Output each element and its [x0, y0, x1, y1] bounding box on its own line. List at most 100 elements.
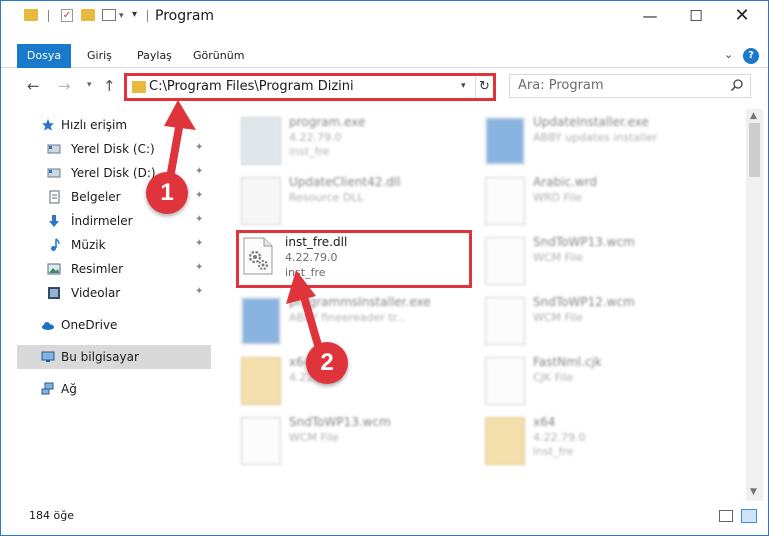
- tab-home[interactable]: Giriş: [77, 44, 122, 68]
- close-button[interactable]: ✕: [719, 1, 765, 31]
- scroll-down-icon[interactable]: ▼: [750, 487, 757, 497]
- sidebar-item-onedrive[interactable]: OneDrive: [17, 313, 211, 337]
- file-name: Arabic.wrd: [533, 175, 598, 189]
- refresh-button[interactable]: ↻: [475, 76, 493, 98]
- tab-share[interactable]: Paylaş: [127, 44, 182, 68]
- pin-icon[interactable]: ✦: [195, 262, 203, 273]
- up-button[interactable]: ↑: [103, 77, 116, 95]
- tab-view[interactable]: Görünüm: [183, 44, 254, 68]
- file-item[interactable]: FastNml.cjk CJK File: [485, 353, 725, 411]
- sidebar-item-label: Bu bilgisayar: [61, 350, 139, 364]
- properties-check-icon[interactable]: ✓: [61, 9, 73, 22]
- sidebar-item-quick-access[interactable]: Hızlı erişim: [17, 113, 211, 137]
- file-name: FastNml.cjk: [533, 355, 602, 369]
- file-item[interactable]: x64 4.22.79.0 inst_fre: [485, 413, 725, 471]
- pin-icon[interactable]: ✦: [195, 238, 203, 249]
- file-icon: [485, 357, 525, 405]
- sidebar-item-label: Müzik: [71, 238, 106, 252]
- details-view-icon[interactable]: [719, 510, 733, 522]
- sidebar-item-network[interactable]: Ağ: [17, 377, 211, 401]
- file-description: WCM File: [533, 311, 583, 324]
- search-box[interactable]: Ara: Program: [509, 74, 751, 98]
- pin-icon[interactable]: ✦: [195, 142, 203, 153]
- sidebar-item-label: Resimler: [71, 262, 124, 276]
- folder-zip-icon: [485, 417, 525, 465]
- sidebar-item-label: Yerel Disk (D:): [71, 166, 156, 180]
- drive-icon: [47, 168, 61, 178]
- search-input[interactable]: Ara: Program: [518, 78, 604, 93]
- file-version: 4.22.79.0: [533, 431, 586, 444]
- search-icon[interactable]: [730, 78, 744, 92]
- file-item[interactable]: SndToWP12.wcm WCM File: [485, 293, 725, 351]
- sidebar-item-this-pc[interactable]: Bu bilgisayar: [17, 345, 211, 369]
- file-item[interactable]: x64 4.22.79.0: [241, 353, 481, 411]
- file-item[interactable]: UpdateInstaller.exe ABBY updates install…: [485, 113, 725, 171]
- file-item[interactable]: SndToWP13.wcm WCM File: [241, 413, 481, 471]
- file-item[interactable]: program.exe 4.22.79.0 inst_fre: [241, 113, 481, 171]
- maximize-button[interactable]: ☐: [673, 1, 719, 31]
- file-item[interactable]: UpdateClient42.dll Resource DLL: [241, 173, 481, 231]
- network-icon: [41, 382, 54, 395]
- file-icon: [241, 417, 281, 465]
- computer-icon: [41, 351, 55, 362]
- file-icon: [485, 237, 525, 285]
- annotation-badge-2: 2: [306, 342, 348, 384]
- separator: [48, 10, 49, 22]
- scroll-thumb[interactable]: [749, 123, 760, 177]
- tab-file[interactable]: Dosya: [17, 44, 71, 68]
- sidebar-item-drive-c[interactable]: Yerel Disk (C:) ✦: [17, 137, 211, 161]
- folder-icon: [132, 81, 146, 93]
- scroll-up-icon[interactable]: ▲: [750, 111, 757, 121]
- sidebar-item-label: Hızlı erişim: [61, 118, 128, 132]
- file-description: inst_fre: [533, 445, 574, 458]
- sidebar-item-videos[interactable]: Videolar ✦: [17, 281, 211, 305]
- quick-access-menu-icon[interactable]: [102, 9, 116, 21]
- video-icon: [48, 287, 60, 299]
- documents-icon: [49, 190, 60, 204]
- explorer-window: ✓ ▾ ▾ Program — ☐ ✕ Dosya Giriş Paylaş G…: [0, 0, 769, 536]
- file-name: x64: [533, 415, 556, 429]
- star-icon: [42, 119, 54, 131]
- pin-icon[interactable]: ✦: [195, 286, 203, 297]
- expand-ribbon-icon[interactable]: ⌄: [724, 48, 733, 61]
- folder-icon: [24, 9, 38, 21]
- pin-icon[interactable]: ✦: [195, 214, 203, 225]
- file-description: WRD File: [533, 191, 582, 204]
- dll-icon: [241, 177, 281, 225]
- file-description: WCM File: [533, 251, 583, 264]
- file-description: ABBY fineereader tr...: [289, 311, 407, 324]
- sidebar-item-label: İndirmeler: [71, 214, 133, 228]
- address-bar[interactable]: C:\Program Files\Program Dizini ▾ ↻: [124, 73, 496, 101]
- customize-toolbar-icon[interactable]: ▾: [132, 9, 137, 20]
- new-folder-icon[interactable]: [81, 9, 95, 21]
- pin-icon[interactable]: ✦: [195, 166, 203, 177]
- file-description: Resource DLL: [289, 191, 364, 204]
- sidebar-item-music[interactable]: Müzik ✦: [17, 233, 211, 257]
- file-item[interactable]: programmsInstaller.exe ABBY fineereader …: [241, 293, 481, 351]
- music-icon: [51, 238, 60, 251]
- navigation-bar: ← → ▾ ↑ C:\Program Files\Program Dizini …: [1, 71, 768, 103]
- chevron-down-icon[interactable]: ▾: [119, 11, 124, 21]
- pin-icon[interactable]: ✦: [195, 190, 203, 201]
- minimize-button[interactable]: —: [627, 1, 673, 31]
- file-name: program.exe: [289, 115, 366, 129]
- address-dropdown-icon[interactable]: ▾: [461, 81, 466, 91]
- exe-icon: [241, 117, 281, 165]
- large-icons-view-icon[interactable]: [741, 509, 757, 523]
- help-icon[interactable]: ?: [743, 48, 759, 64]
- sidebar-item-pictures[interactable]: Resimler ✦: [17, 257, 211, 281]
- back-button[interactable]: ←: [27, 77, 40, 95]
- file-item[interactable]: SndToWP13.wcm WCM File: [485, 233, 725, 291]
- forward-button[interactable]: →: [58, 77, 71, 95]
- sidebar-item-downloads[interactable]: İndirmeler ✦: [17, 209, 211, 233]
- item-count: 184 öğe: [29, 509, 74, 522]
- file-item[interactable]: Arabic.wrd WRD File: [485, 173, 725, 231]
- navigation-pane: Hızlı erişim Yerel Disk (C:) ✦ Yerel Dis…: [17, 109, 211, 501]
- vertical-scrollbar[interactable]: ▲ ▼: [746, 109, 763, 501]
- file-icon: [485, 177, 525, 225]
- file-description: ABBY updates installer: [533, 131, 658, 144]
- sidebar-item-label: Belgeler: [71, 190, 121, 204]
- recent-locations-button[interactable]: ▾: [87, 80, 92, 90]
- address-path[interactable]: C:\Program Files\Program Dizini: [149, 79, 354, 94]
- sidebar-item-label: OneDrive: [61, 318, 118, 332]
